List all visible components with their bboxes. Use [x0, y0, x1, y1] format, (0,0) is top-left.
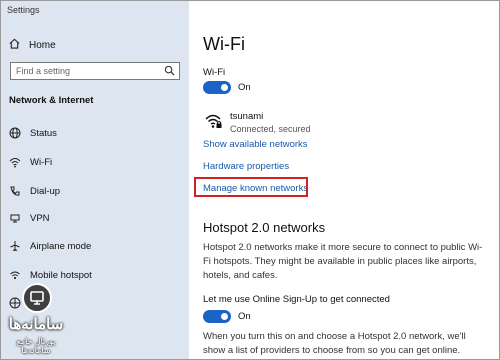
wifi-toggle-state: On	[238, 82, 251, 93]
window-title: Settings	[7, 5, 40, 15]
sidebar-item-label: Dial-up	[30, 185, 61, 197]
online-signup-description: When you turn this on and choose a Hotsp…	[203, 331, 466, 356]
sidebar-item-label: VPN	[30, 212, 50, 224]
wifi-icon	[9, 156, 21, 168]
watermark-title: سامانه‌ها	[8, 316, 64, 333]
sidebar-item-label: Airplane mode	[30, 240, 92, 252]
sidebar-home-label: Home	[29, 39, 56, 51]
settings-window: Settings Home Find a setting Network & I…	[0, 0, 500, 360]
hotspot-description: Hotspot 2.0 networks make it more secure…	[203, 242, 483, 281]
page-title: Wi-Fi	[203, 34, 245, 54]
hardware-properties-link[interactable]: Hardware properties	[203, 161, 289, 172]
hotspot-icon	[9, 269, 21, 281]
wifi-toggle[interactable]	[203, 81, 231, 94]
sidebar-home[interactable]: Home	[9, 38, 56, 52]
watermark-logo-icon	[22, 283, 52, 313]
sidebar-item-label: Mobile hotspot	[30, 269, 92, 281]
vpn-icon	[9, 212, 21, 224]
sidebar-item-label: Wi-Fi	[30, 156, 53, 168]
sidebar-item-dialup[interactable]: Dial-up	[9, 185, 60, 197]
sidebar-item-vpn[interactable]: VPN	[9, 212, 50, 224]
airplane-icon	[9, 240, 21, 252]
search-placeholder: Find a setting	[16, 66, 71, 76]
home-icon	[9, 38, 20, 52]
phone-icon	[9, 185, 21, 197]
sidebar-item-airplane-mode[interactable]: Airplane mode	[9, 240, 91, 252]
show-available-networks-link[interactable]: Show available networks	[203, 139, 308, 150]
toggle-knob	[221, 84, 228, 91]
sidebar-item-mobile-hotspot[interactable]: Mobile hotspot	[9, 269, 92, 281]
online-signup-toggle[interactable]	[203, 310, 231, 323]
sidebar-item-label: Status	[30, 127, 57, 139]
sidebar-item-status[interactable]: Status	[9, 127, 57, 139]
section-title: Network & Internet	[9, 95, 94, 106]
wifi-label: Wi-Fi	[203, 67, 226, 78]
watermark-subtitle: پورتال جامع سامانه‌ها	[16, 337, 56, 355]
network-status: Connected, secured	[230, 124, 311, 134]
site-watermark: سامانه‌ها پورتال جامع سامانه‌ها	[5, 283, 67, 355]
search-input[interactable]: Find a setting	[10, 62, 180, 80]
wifi-secured-icon	[205, 113, 223, 134]
search-icon	[164, 65, 175, 78]
toggle-knob	[221, 313, 228, 320]
network-name[interactable]: tsunami	[230, 111, 263, 122]
highlight-box	[194, 177, 308, 197]
online-signup-label: Let me use Online Sign-Up to get connect…	[203, 294, 390, 305]
hotspot-section-title: Hotspot 2.0 networks	[203, 220, 326, 235]
sidebar-item-wifi[interactable]: Wi-Fi	[9, 156, 52, 168]
online-signup-state: On	[238, 311, 251, 322]
globe-icon	[9, 127, 21, 139]
